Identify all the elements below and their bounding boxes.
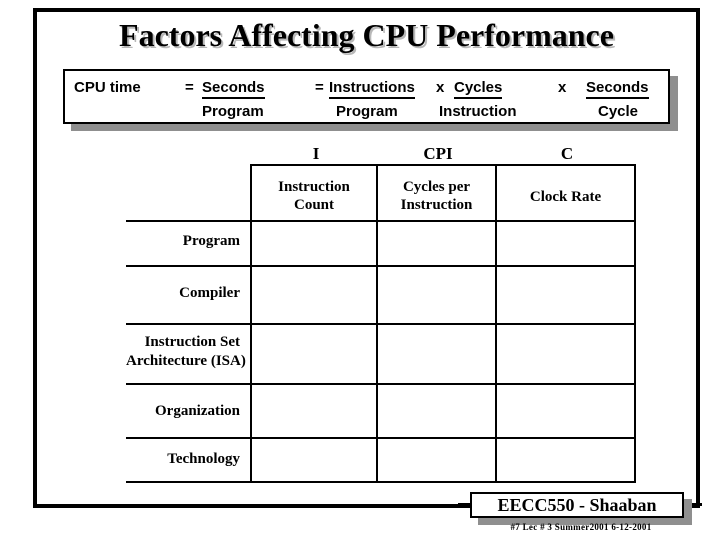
row-label-instruction-set-architecture: Instruction Set Architecture (ISA) <box>126 333 246 371</box>
column-symbol-cpi: CPI <box>423 144 453 163</box>
formula-term1-numerator: Seconds <box>202 79 265 99</box>
table-cell-technology-i[interactable] <box>252 439 376 481</box>
formula-lhs-label: CPU time <box>74 79 141 96</box>
column-header-clock-rate: Clock Rate <box>497 188 634 206</box>
row-label-technology-line1: Technology <box>167 451 240 467</box>
row-label-isa-line2: Architecture (ISA) <box>126 353 246 369</box>
formula-term3-numerator: Cycles <box>454 79 503 99</box>
row-label-program-line1: Program <box>182 233 240 249</box>
column-header-instruction-count-line2: Count <box>293 197 334 213</box>
table-cell-technology-c[interactable] <box>497 439 634 481</box>
table-cell-compiler-c[interactable] <box>497 267 634 323</box>
formula-term2-denominator: Program <box>336 103 398 120</box>
row-label-isa-line1: Instruction Set <box>144 334 240 350</box>
table-cell-compiler-i[interactable] <box>252 267 376 323</box>
row-label-program: Program <box>126 232 240 251</box>
cpu-time-formula-box: CPU time = Seconds Program = Instruction… <box>63 69 670 124</box>
row-label-technology: Technology <box>126 450 240 469</box>
table-hline-header-top <box>250 164 636 166</box>
table-cell-organization-cpi[interactable] <box>378 385 495 437</box>
row-label-organization-line1: Organization <box>155 403 240 419</box>
factors-matrix-table: Instruction Count Cycles per Instruction… <box>126 164 636 483</box>
formula-multiply-1: x <box>436 79 445 96</box>
column-header-instruction-count-line1: Instruction <box>278 179 350 195</box>
formula-multiply-2: x <box>558 79 567 96</box>
column-symbol-i: I <box>312 144 320 163</box>
formula-term3-denominator: Instruction <box>439 103 517 120</box>
row-label-compiler: Compiler <box>126 284 240 303</box>
page-title: Factors Affecting CPU Performance <box>119 17 614 53</box>
course-badge: EECC550 - Shaaban <box>470 492 684 518</box>
column-header-cycles-per-instruction: Cycles per Instruction <box>378 178 495 214</box>
column-header-cpi-line1: Cycles per <box>402 179 471 195</box>
table-cell-organization-c[interactable] <box>497 385 634 437</box>
footer-meta-text: #7 Lec # 3 Summer2001 6-12-2001 <box>510 522 652 532</box>
table-cell-program-c[interactable] <box>497 222 634 265</box>
formula-equals-2: = <box>315 79 324 96</box>
formula-term1-denominator: Program <box>202 103 264 120</box>
formula-term4-denominator: Cycle <box>598 103 639 120</box>
column-header-cpi-line2: Instruction <box>400 197 473 213</box>
column-header-instruction-count: Instruction Count <box>252 178 376 214</box>
row-label-compiler-line1: Compiler <box>179 285 240 301</box>
formula-equals-1: = <box>185 79 194 96</box>
table-hline-row-5 <box>126 481 636 483</box>
row-label-organization: Organization <box>126 402 240 421</box>
table-cell-program-cpi[interactable] <box>378 222 495 265</box>
formula-term2-numerator: Instructions <box>329 79 415 99</box>
table-cell-program-i[interactable] <box>252 222 376 265</box>
table-cell-organization-i[interactable] <box>252 385 376 437</box>
table-cell-isa-i[interactable] <box>252 325 376 383</box>
column-header-clock-rate-line1: Clock Rate <box>529 189 602 205</box>
table-cell-technology-cpi[interactable] <box>378 439 495 481</box>
table-cell-compiler-cpi[interactable] <box>378 267 495 323</box>
table-cell-isa-cpi[interactable] <box>378 325 495 383</box>
formula-term4-numerator: Seconds <box>586 79 649 99</box>
table-cell-isa-c[interactable] <box>497 325 634 383</box>
column-symbol-c: C <box>560 144 574 163</box>
